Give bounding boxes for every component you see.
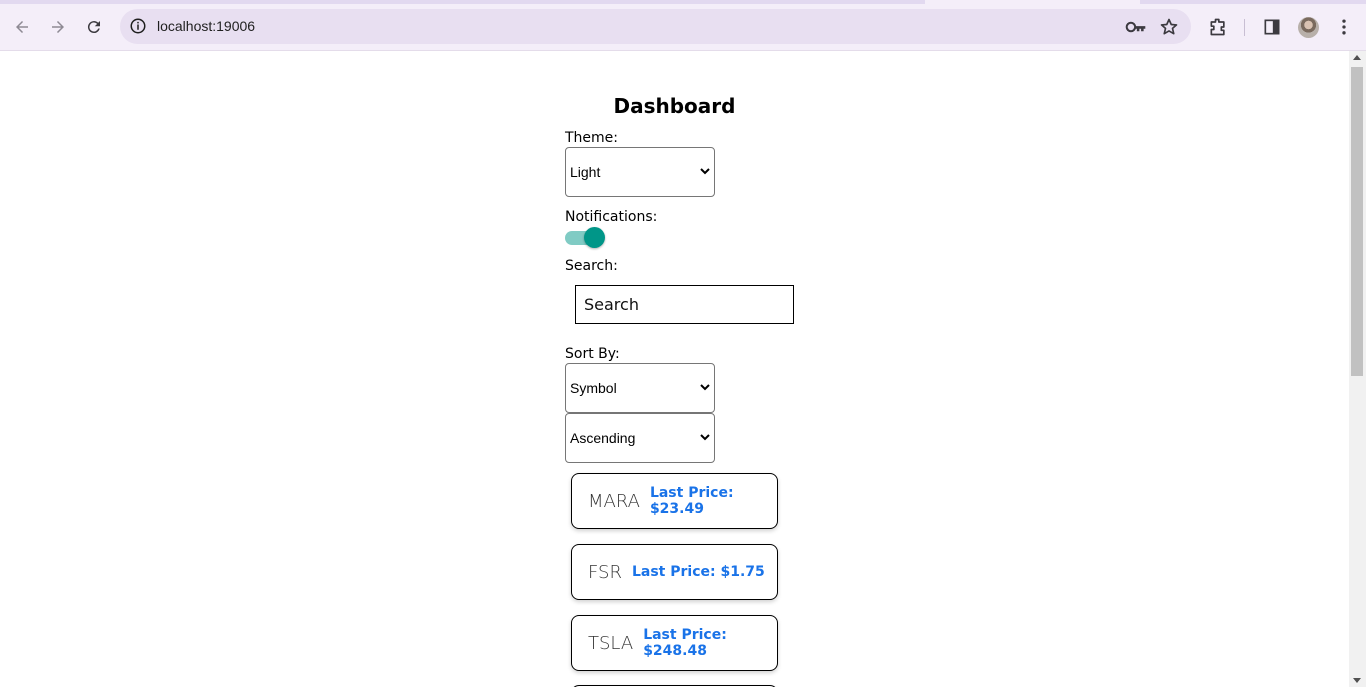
site-info-icon[interactable] [129, 17, 147, 35]
extensions-icon[interactable] [1208, 17, 1228, 37]
star-icon[interactable] [1159, 17, 1179, 37]
page-content: Dashboard Theme: Light Notifications: Se… [0, 51, 1349, 687]
sort-label: Sort By: [565, 346, 620, 362]
scrollbar-thumb[interactable] [1351, 67, 1363, 376]
page-title: Dashboard [613, 94, 736, 118]
browser-toolbar: localhost:19006 [0, 4, 1366, 51]
reload-icon [87, 21, 100, 34]
toggle-knob [584, 227, 605, 248]
notifications-label: Notifications: [565, 209, 658, 225]
stock-card-fsr[interactable]: FSR Last Price: $1.75 [571, 544, 778, 600]
toolbar-divider [1244, 19, 1245, 36]
back-button[interactable] [7, 12, 37, 42]
stock-price: Last Price: $248.48 [643, 627, 727, 659]
stock-card-mara[interactable]: MARA Last Price: $23.49 [571, 473, 778, 529]
page-scrollbar[interactable] [1349, 51, 1366, 687]
search-input[interactable] [575, 285, 794, 324]
sort-order-select[interactable]: Ascending [565, 413, 715, 463]
stock-symbol: MARA [588, 490, 640, 512]
theme-select[interactable]: Light [565, 147, 715, 197]
stock-price: Last Price: $23.49 [649, 485, 734, 517]
kebab-menu-icon[interactable] [1334, 17, 1354, 37]
notifications-toggle[interactable] [565, 227, 607, 249]
profile-avatar[interactable] [1298, 17, 1319, 38]
chevron-down-icon [700, 384, 710, 391]
chevron-down-icon [700, 168, 710, 175]
stock-card-tsla[interactable]: TSLA Last Price: $248.48 [571, 615, 778, 671]
theme-label: Theme: [565, 130, 619, 146]
forward-button[interactable] [43, 12, 73, 42]
sort-field-value: Symbol [570, 380, 617, 396]
scroll-down-arrow-icon[interactable] [1353, 678, 1361, 683]
address-bar[interactable]: localhost:19006 [120, 9, 1191, 44]
search-label: Search: [565, 258, 618, 274]
chevron-down-icon [700, 434, 710, 441]
stock-symbol: FSR [588, 561, 622, 583]
url-text[interactable]: localhost:19006 [157, 18, 255, 34]
stock-symbol: TSLA [588, 632, 634, 654]
sort-field-select[interactable]: Symbol [565, 363, 715, 413]
reload-button[interactable] [79, 12, 109, 42]
stock-price: Last Price: $1.75 [631, 564, 765, 580]
arrow-right-icon [52, 21, 64, 33]
arrow-left-icon [16, 21, 28, 33]
key-icon[interactable] [1125, 18, 1147, 36]
side-panel-icon[interactable] [1262, 17, 1282, 37]
sort-order-value: Ascending [570, 430, 636, 446]
scroll-up-arrow-icon[interactable] [1353, 55, 1361, 60]
theme-select-value: Light [570, 164, 601, 180]
